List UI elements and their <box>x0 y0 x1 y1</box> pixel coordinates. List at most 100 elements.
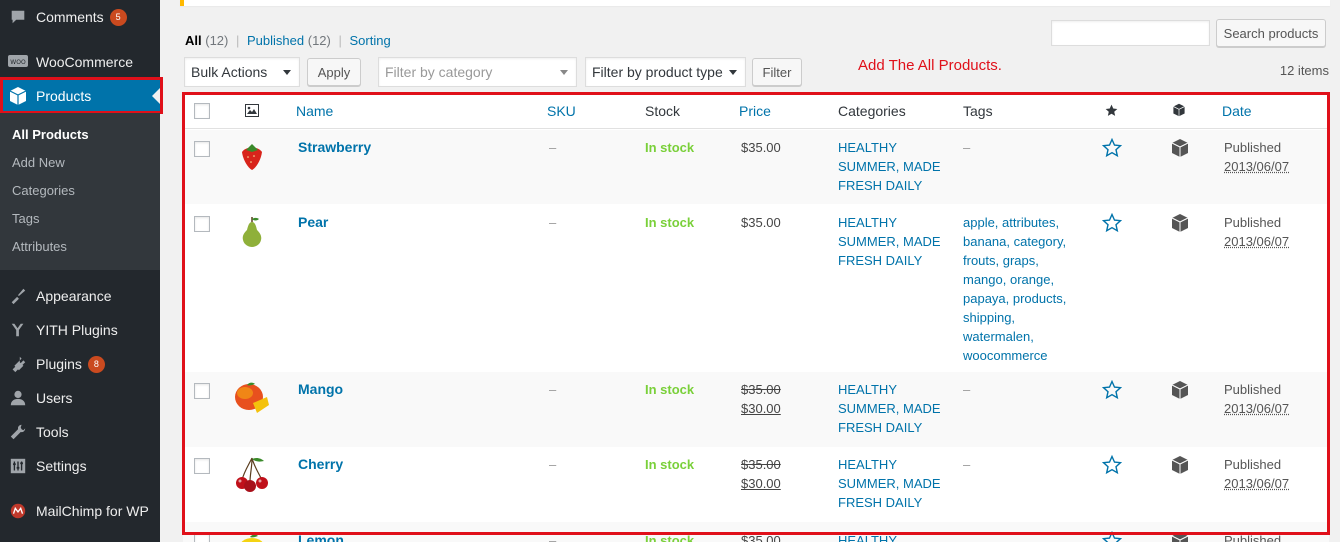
bulk-actions-value: Bulk Actions <box>191 64 268 80</box>
menu-users[interactable]: Users <box>0 381 160 415</box>
stock-status: In stock <box>645 533 695 542</box>
comments-icon <box>0 8 36 26</box>
categories-link[interactable]: HEALTHY SUMMER, MADE FRESH DAILY <box>838 213 948 270</box>
product-type-select[interactable]: Filter by product type <box>585 57 746 87</box>
menu-mailchimp[interactable]: MailChimp for WP <box>0 494 160 528</box>
product-name-link[interactable]: Lemon <box>298 531 344 542</box>
plugins-update-badge: 8 <box>87 355 105 373</box>
row-checkbox[interactable] <box>194 533 210 542</box>
view-sorting[interactable]: Sorting <box>350 33 391 48</box>
product-name-link[interactable]: Pear <box>298 213 328 232</box>
publish-status: Published <box>1224 382 1282 397</box>
strawberry-thumbnail[interactable] <box>232 137 272 177</box>
th-name[interactable]: Name <box>296 103 333 119</box>
admin-notice-strip <box>180 0 1330 6</box>
publish-status: Published <box>1224 215 1282 230</box>
th-sku[interactable]: SKU <box>547 103 576 119</box>
view-all[interactable]: All <box>185 33 202 48</box>
select-all-checkbox[interactable] <box>194 103 210 119</box>
pear-thumbnail[interactable] <box>232 212 272 252</box>
product-name-link[interactable]: Strawberry <box>298 138 371 157</box>
menu-settings[interactable]: Settings <box>0 449 160 483</box>
submenu-tags[interactable]: Tags <box>12 211 39 226</box>
simple-product-box-icon <box>1170 531 1190 542</box>
submenu-categories[interactable]: Categories <box>12 183 75 198</box>
price-cell: $35.00 $30.00 <box>741 455 781 493</box>
search-products-input[interactable] <box>1051 20 1210 46</box>
categories-link[interactable]: HEALTHY SUMMER, MADE FRESH DAILY <box>838 455 948 512</box>
menu-comments[interactable]: Comments 5 <box>0 0 160 34</box>
paintbrush-icon <box>0 287 36 305</box>
featured-column-star-icon[interactable] <box>1105 104 1118 120</box>
featured-star-icon[interactable] <box>1101 454 1123 478</box>
admin-sidebar: Comments 5 WOO WooCommerce Products All … <box>0 0 163 542</box>
category-filter-placeholder: Filter by category <box>385 64 493 80</box>
date-cell: Published 2013/06/07 <box>1224 380 1289 418</box>
wrench-icon <box>0 423 36 441</box>
row-checkbox[interactable] <box>194 383 210 399</box>
price-cell: $35.00 $30.00 <box>741 380 781 418</box>
row-checkbox[interactable] <box>194 458 210 474</box>
view-published-count: (12) <box>307 33 331 48</box>
table-header: Name SKU Stock Price Categories Tags Dat… <box>183 93 1329 129</box>
publish-date: 2013/06/07 <box>1224 476 1290 491</box>
menu-yith-plugins[interactable]: YITH Plugins <box>0 313 160 347</box>
apply-button[interactable]: Apply <box>307 58 361 86</box>
chevron-down-icon <box>283 70 291 75</box>
sale-price: $30.00 <box>741 401 781 416</box>
row-checkbox[interactable] <box>194 141 210 157</box>
menu-tools[interactable]: Tools <box>0 415 160 449</box>
cherry-thumbnail[interactable] <box>232 454 272 494</box>
price-value: $35.00 <box>741 533 781 542</box>
comments-count-badge: 5 <box>109 8 127 26</box>
stock-status: In stock <box>645 215 695 230</box>
search-products-button[interactable]: Search products <box>1216 19 1326 47</box>
chevron-down-icon <box>560 70 568 75</box>
menu-woocommerce[interactable]: WOO WooCommerce <box>0 45 160 79</box>
menu-tools-label: Tools <box>36 424 69 440</box>
product-type-value: Filter by product type <box>592 64 723 80</box>
view-separator: | <box>338 33 342 48</box>
lemon-thumbnail[interactable] <box>232 526 272 542</box>
th-date[interactable]: Date <box>1222 103 1252 119</box>
featured-star-icon[interactable] <box>1101 530 1123 542</box>
submenu-add-new[interactable]: Add New <box>12 155 65 170</box>
menu-comments-label: Comments <box>36 9 104 25</box>
categories-link[interactable]: HEALTHY SUMMER, MADE FRESH DAILY <box>838 380 948 437</box>
simple-product-box-icon <box>1170 380 1190 403</box>
submenu-all-products[interactable]: All Products <box>12 127 89 142</box>
bulk-actions-select[interactable]: Bulk Actions <box>184 57 300 87</box>
chevron-down-icon <box>729 70 737 75</box>
stock-status: In stock <box>645 457 695 472</box>
row-checkbox[interactable] <box>194 216 210 232</box>
tags-links[interactable]: apple, attributes, banana, category, fro… <box>963 213 1083 365</box>
product-name-link[interactable]: Mango <box>298 380 343 399</box>
categories-link[interactable]: HEALTHY SUMMER, MADE FRESH DAILY <box>838 138 948 195</box>
plug-icon <box>0 355 36 373</box>
filter-button[interactable]: Filter <box>752 58 802 86</box>
sku-value: – <box>549 140 557 155</box>
regular-price: $35.00 <box>741 457 781 472</box>
submenu-attributes[interactable]: Attributes <box>12 239 67 254</box>
menu-yith-label: YITH Plugins <box>36 322 118 338</box>
categories-link[interactable]: HEALTHY <box>838 531 948 542</box>
stock-status: In stock <box>645 140 695 155</box>
sku-value: – <box>549 533 557 542</box>
th-price[interactable]: Price <box>739 103 771 119</box>
publish-status: Published <box>1224 140 1282 155</box>
featured-star-icon[interactable] <box>1101 137 1123 161</box>
product-name-link[interactable]: Cherry <box>298 455 343 474</box>
mango-thumbnail[interactable] <box>232 379 272 419</box>
menu-users-label: Users <box>36 390 73 406</box>
table-row: Mango – In stock $35.00 $30.00 HEALTHY S… <box>183 372 1329 447</box>
featured-star-icon[interactable] <box>1101 379 1123 403</box>
publish-status: Published <box>1224 457 1282 472</box>
products-submenu: All Products Add New Categories Tags Att… <box>0 113 160 270</box>
menu-plugins[interactable]: Plugins 8 <box>0 347 160 381</box>
menu-appearance[interactable]: Appearance <box>0 279 160 313</box>
view-published[interactable]: Published <box>247 33 304 48</box>
category-filter-select[interactable]: Filter by category <box>378 57 577 87</box>
publish-status: Published <box>1224 533 1282 542</box>
featured-star-icon[interactable] <box>1101 212 1123 236</box>
product-type-column-icon <box>1172 103 1186 120</box>
